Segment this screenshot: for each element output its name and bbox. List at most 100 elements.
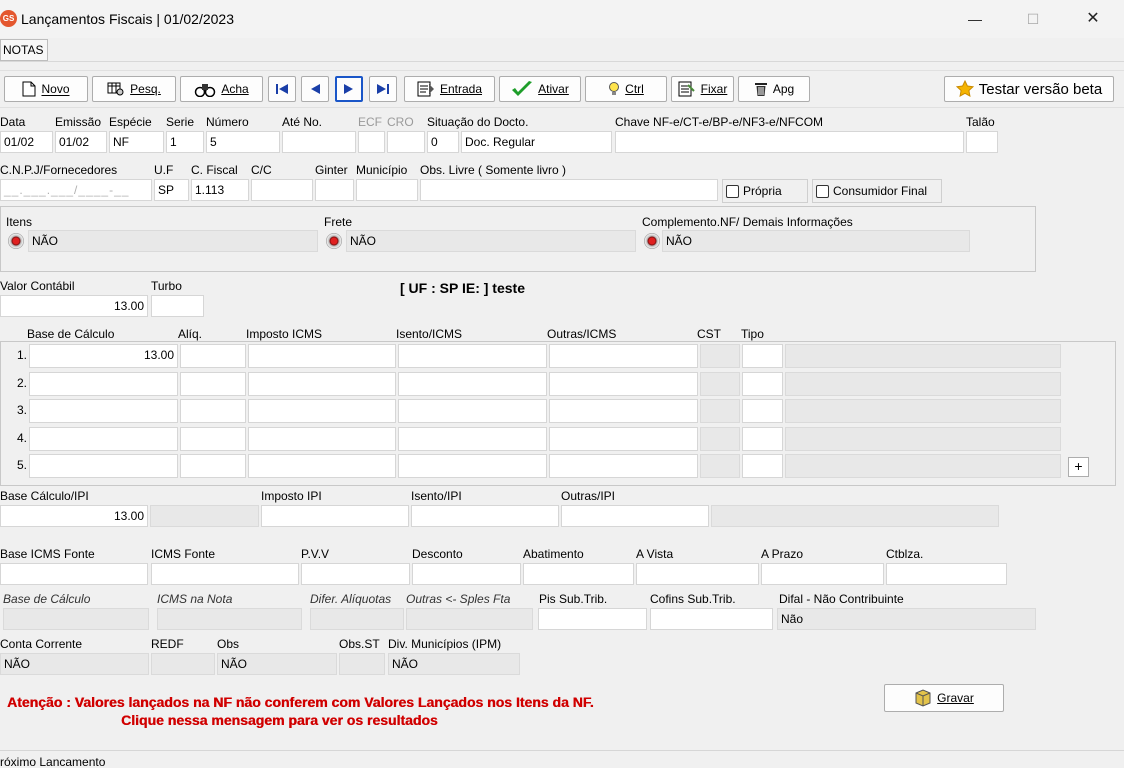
complemento-radio-icon[interactable]	[644, 233, 660, 249]
frete-radio-icon[interactable]	[326, 233, 342, 249]
icms-imposto-cell[interactable]	[248, 426, 396, 451]
uf-field[interactable]: SP	[154, 179, 189, 201]
frete-field[interactable]: NÃO	[346, 230, 636, 252]
icms-isento-cell[interactable]	[398, 454, 547, 478]
complemento-field[interactable]: NÃO	[662, 230, 970, 252]
itens-radio-icon[interactable]	[8, 233, 24, 249]
acha-button[interactable]: Acha	[180, 76, 263, 102]
pesq-button[interactable]: Pesq.	[92, 76, 176, 102]
a-prazo-field[interactable]	[761, 563, 884, 585]
icms-tipo-cell[interactable]	[742, 426, 783, 451]
warning-message-line1[interactable]: Atenção : Valores lançados na NF não con…	[7, 694, 594, 710]
first-record-button[interactable]	[268, 76, 296, 102]
cc-field[interactable]	[251, 179, 313, 201]
cfiscal-field[interactable]: 1.113	[191, 179, 249, 201]
icms-outras-cell[interactable]	[549, 454, 698, 478]
icms-aliq-cell[interactable]	[180, 371, 246, 396]
base-icms-fonte-field[interactable]	[0, 563, 148, 585]
ate-no-field[interactable]	[282, 131, 356, 153]
cnpj-field[interactable]: __.___.___/____-__	[0, 179, 152, 201]
icms-imposto-cell[interactable]	[248, 454, 396, 478]
pvv-field[interactable]	[301, 563, 410, 585]
entrada-button[interactable]: Entrada	[404, 76, 495, 102]
icms-tipo-cell[interactable]	[742, 344, 783, 368]
situacao-text-field[interactable]: Doc. Regular	[461, 131, 612, 153]
icms-outras-cell[interactable]	[549, 344, 698, 368]
situacao-code-field[interactable]: 0	[427, 131, 459, 153]
obs-livre-field[interactable]	[420, 179, 718, 201]
apg-button[interactable]: Apg	[738, 76, 810, 102]
chave-field[interactable]	[615, 131, 964, 153]
talao-field[interactable]	[966, 131, 998, 153]
icms-base-cell[interactable]	[29, 371, 178, 396]
pis-sub-trib-field[interactable]	[538, 608, 647, 630]
obs-field[interactable]: NÃO	[217, 653, 337, 675]
icms-base-cell[interactable]	[29, 399, 178, 423]
minimize-button[interactable]: —	[946, 0, 1004, 38]
abatimento-field[interactable]	[523, 563, 634, 585]
novo-button[interactable]: Novo	[4, 76, 88, 102]
ctblza-field[interactable]	[886, 563, 1007, 585]
gravar-button[interactable]: Gravar	[884, 684, 1004, 712]
redf-field[interactable]	[151, 653, 215, 675]
ipi-base-field[interactable]: 13.00	[0, 505, 148, 527]
propria-box[interactable]	[726, 184, 739, 198]
icms-aliq-cell[interactable]	[180, 399, 246, 423]
icms-aliq-cell[interactable]	[180, 454, 246, 478]
icms-base-cell[interactable]	[29, 454, 178, 478]
icms-base-cell[interactable]	[29, 426, 178, 451]
valor-contabil-field[interactable]: 13.00	[0, 295, 148, 317]
last-record-button[interactable]	[369, 76, 397, 102]
obs-st-field[interactable]	[339, 653, 385, 675]
icms-isento-cell[interactable]	[398, 371, 547, 396]
icms-aliq-cell[interactable]	[180, 344, 246, 368]
ginter-field[interactable]	[315, 179, 354, 201]
close-button[interactable]: ✕	[1064, 0, 1122, 38]
icms-imposto-cell[interactable]	[248, 344, 396, 368]
icms-outras-cell[interactable]	[549, 399, 698, 423]
icms-tipo-cell[interactable]	[742, 454, 783, 478]
conta-corrente-field[interactable]: NÃO	[0, 653, 149, 675]
turbo-field[interactable]	[151, 295, 204, 317]
fixar-button[interactable]: Fixar	[671, 76, 734, 102]
next-record-button[interactable]	[335, 76, 363, 102]
icms-imposto-cell[interactable]	[248, 399, 396, 423]
emissao-field[interactable]: 01/02	[55, 131, 107, 153]
icms-isento-cell[interactable]	[398, 426, 547, 451]
desconto-field[interactable]	[412, 563, 521, 585]
ipi-isento-field[interactable]	[411, 505, 559, 527]
data-field[interactable]: 01/02	[0, 131, 53, 153]
icms-isento-cell[interactable]	[398, 344, 547, 368]
cofins-sub-trib-field[interactable]	[650, 608, 773, 630]
icms-outras-cell[interactable]	[549, 371, 698, 396]
numero-field[interactable]: 5	[206, 131, 280, 153]
especie-field[interactable]: NF	[109, 131, 164, 153]
icms-base-cell[interactable]: 13.00	[29, 344, 178, 368]
previous-record-button[interactable]	[301, 76, 329, 102]
icms-tipo-cell[interactable]	[742, 371, 783, 396]
difal-field[interactable]: Não	[777, 608, 1036, 630]
ipi-imposto-field[interactable]	[261, 505, 409, 527]
itens-field[interactable]: NÃO	[28, 230, 318, 252]
maximize-button[interactable]: ☐	[1004, 0, 1062, 38]
menu-notas[interactable]: NOTAS	[0, 39, 48, 61]
ativar-button[interactable]: Ativar	[499, 76, 581, 102]
a-vista-field[interactable]	[636, 563, 759, 585]
icms-fonte-field[interactable]	[151, 563, 299, 585]
serie-field[interactable]: 1	[166, 131, 204, 153]
consumidor-final-box[interactable]	[816, 184, 829, 198]
div-municipios-field[interactable]: NÃO	[388, 653, 520, 675]
consumidor-final-checkbox[interactable]: Consumidor Final	[812, 179, 942, 203]
warning-message-line2[interactable]: Clique nessa mensagem para ver os result…	[121, 712, 438, 728]
icms-outras-cell[interactable]	[549, 426, 698, 451]
icms-aliq-cell[interactable]	[180, 426, 246, 451]
icms-tipo-cell[interactable]	[742, 399, 783, 423]
icms-imposto-cell[interactable]	[248, 371, 396, 396]
ctrl-button[interactable]: Ctrl	[585, 76, 667, 102]
ipi-outras-field[interactable]	[561, 505, 709, 527]
propria-checkbox[interactable]: Própria	[722, 179, 808, 203]
icms-add-row-button[interactable]: +	[1068, 457, 1089, 477]
municipio-field[interactable]	[356, 179, 418, 201]
icms-isento-cell[interactable]	[398, 399, 547, 423]
testar-versao-beta-button[interactable]: Testar versão beta	[944, 76, 1114, 102]
